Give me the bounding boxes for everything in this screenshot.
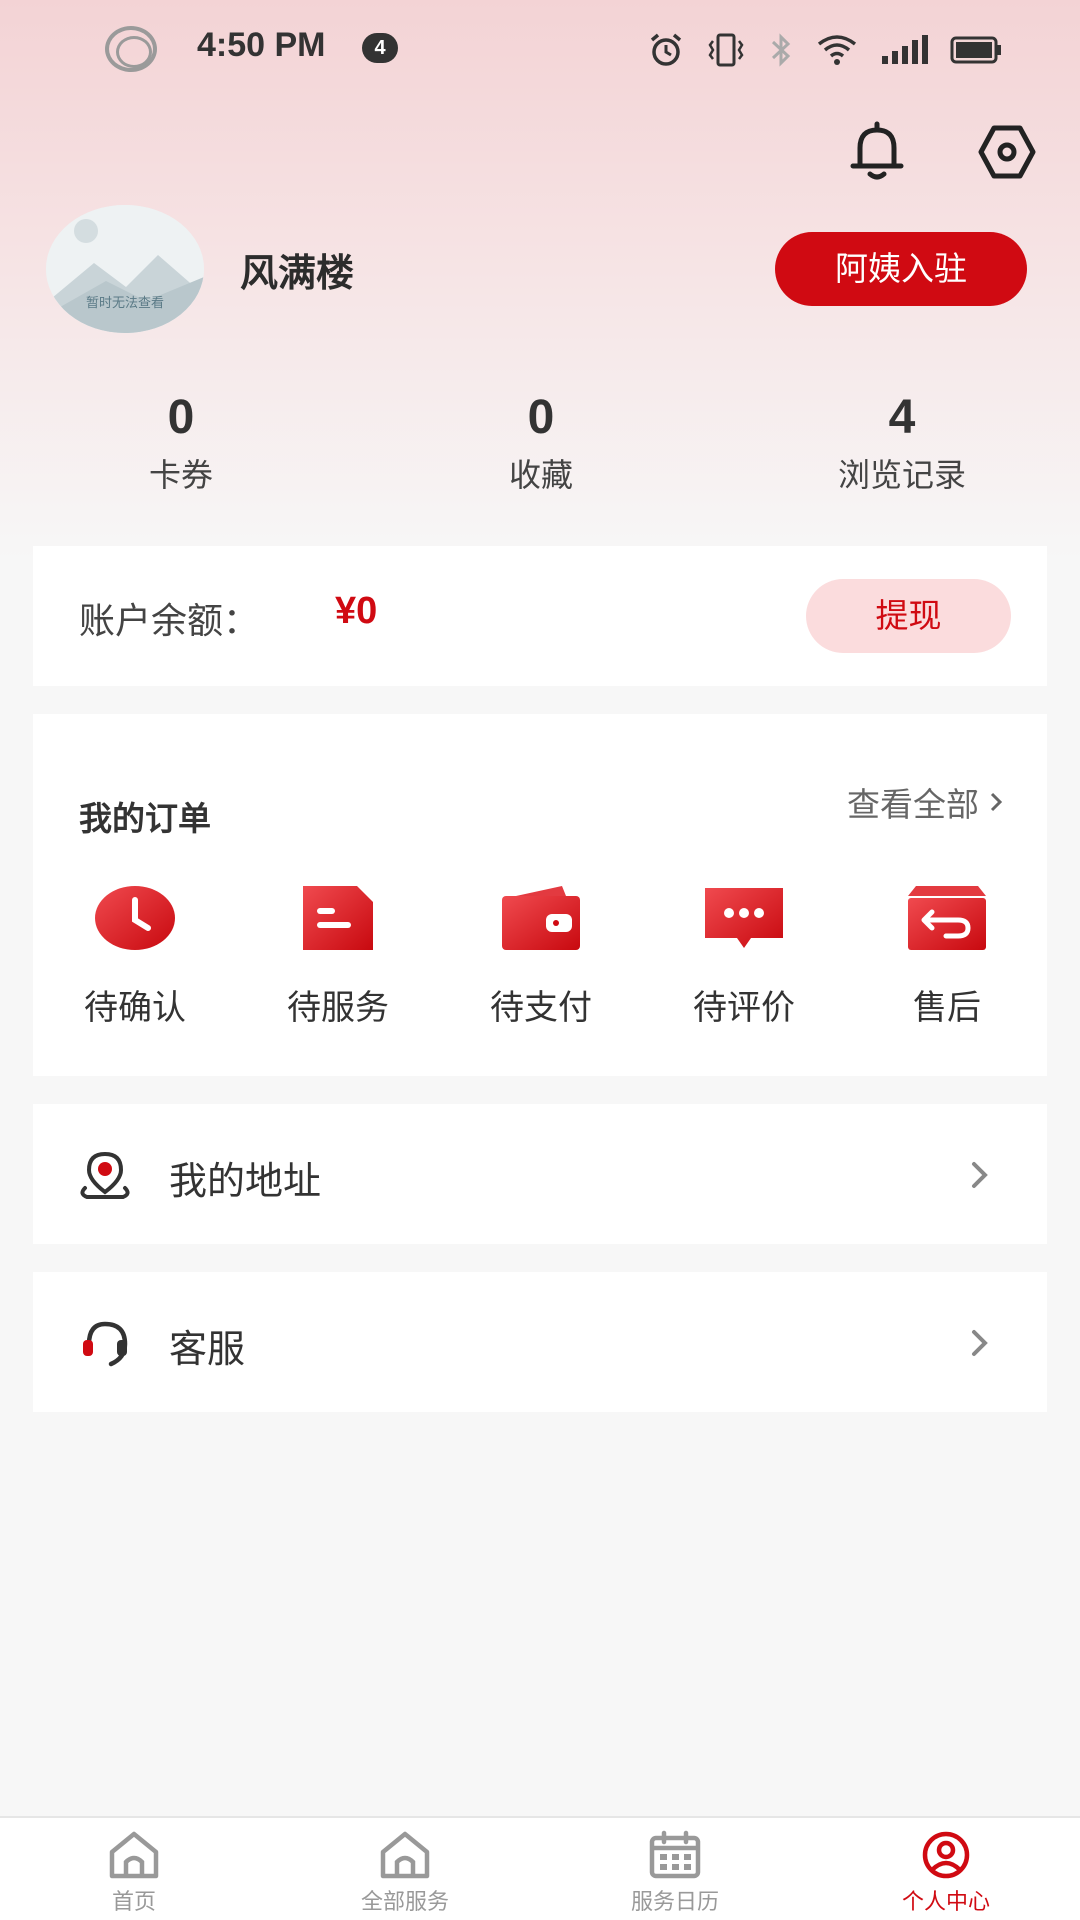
tab-personal-center[interactable]: 个人中心 xyxy=(836,1830,1056,1916)
order-label: 售后 xyxy=(913,988,981,1028)
menu-item-customer-service[interactable]: 客服 xyxy=(33,1272,1047,1412)
status-bar: 4:50 PM 4 xyxy=(0,0,1080,100)
auntie-join-button[interactable]: 阿姨入驻 xyxy=(775,232,1027,306)
calendar-icon xyxy=(649,1830,701,1879)
orders-card: 我的订单 查看全部 待确认 待服务 待支付 待评价 售后 xyxy=(33,714,1047,1076)
order-pending-confirm[interactable]: 待确认 xyxy=(40,882,230,1029)
order-label: 待评价 xyxy=(693,988,795,1028)
headset-icon xyxy=(83,1321,128,1367)
wallet-icon xyxy=(502,886,580,950)
chevron-right-icon xyxy=(972,1162,988,1188)
notification-count-badge: 4 xyxy=(362,33,398,63)
order-pending-payment[interactable]: 待支付 xyxy=(446,882,636,1029)
order-label: 待服务 xyxy=(287,988,389,1028)
vibrate-icon xyxy=(708,33,744,67)
notification-bell-icon[interactable] xyxy=(848,120,906,182)
return-box-icon xyxy=(908,886,986,950)
avatar-placeholder-text: 暂时无法查看 xyxy=(85,296,164,311)
withdraw-button[interactable]: 提现 xyxy=(806,579,1011,653)
battery-icon xyxy=(950,36,1001,64)
stat-label: 收藏 xyxy=(508,456,573,494)
avatar[interactable]: 暂时无法查看 xyxy=(46,205,204,333)
chevron-right-icon xyxy=(990,792,1003,812)
document-icon xyxy=(303,886,373,950)
comment-icon xyxy=(705,888,783,948)
stat-coupons[interactable]: 0 卡券 xyxy=(61,388,301,498)
menu-label: 客服 xyxy=(169,1327,246,1371)
order-after-sales[interactable]: 售后 xyxy=(852,882,1042,1029)
status-ring-icon xyxy=(105,26,157,72)
tab-all-services[interactable]: 全部服务 xyxy=(295,1830,515,1916)
balance-card: 账户余额： ¥0 提现 xyxy=(33,546,1047,686)
stat-value: 0 xyxy=(527,391,555,444)
balance-value: ¥0 xyxy=(335,590,378,632)
menu-label: 我的地址 xyxy=(169,1159,322,1203)
location-pin-icon xyxy=(80,1151,130,1199)
stat-label: 卡券 xyxy=(148,456,213,494)
order-pending-review[interactable]: 待评价 xyxy=(649,882,839,1029)
chevron-right-icon xyxy=(972,1330,988,1356)
stat-browsing-history[interactable]: 4 浏览记录 xyxy=(782,388,1022,498)
stat-value: 4 xyxy=(888,391,916,444)
bottom-tab-bar: 首页 全部服务 服务日历 个人中心 xyxy=(0,1816,1080,1920)
status-time: 4:50 PM xyxy=(197,26,326,64)
order-label: 待支付 xyxy=(490,988,592,1028)
order-pending-service[interactable]: 待服务 xyxy=(243,882,433,1029)
menu-item-address[interactable]: 我的地址 xyxy=(33,1104,1047,1244)
view-all-orders-link[interactable]: 查看全部 xyxy=(847,778,1003,826)
order-label: 待确认 xyxy=(84,988,186,1028)
stat-value: 0 xyxy=(167,391,195,444)
view-all-label: 查看全部 xyxy=(847,785,979,824)
tab-label: 个人中心 xyxy=(901,1890,990,1915)
balance-label: 账户余额： xyxy=(79,601,260,642)
alarm-icon xyxy=(650,33,682,66)
user-circle-icon xyxy=(922,1831,970,1879)
orders-title: 我的订单 xyxy=(79,799,211,838)
tab-service-calendar[interactable]: 服务日历 xyxy=(565,1830,785,1916)
status-icons xyxy=(648,30,1002,70)
stat-favorites[interactable]: 0 收藏 xyxy=(421,388,661,498)
bluetooth-icon xyxy=(771,33,791,67)
settings-icon[interactable] xyxy=(978,124,1036,180)
tab-home[interactable]: 首页 xyxy=(24,1830,244,1916)
tab-label: 服务日历 xyxy=(630,1890,719,1915)
clock-icon xyxy=(95,886,175,950)
tab-label: 首页 xyxy=(111,1890,156,1915)
image-placeholder-icon xyxy=(46,205,204,333)
home-icon xyxy=(109,1831,159,1879)
home-icon xyxy=(380,1831,430,1879)
username: 风满楼 xyxy=(240,251,355,295)
tab-label: 全部服务 xyxy=(360,1890,449,1915)
signal-icon xyxy=(882,35,928,64)
stat-label: 浏览记录 xyxy=(837,456,966,494)
wifi-icon xyxy=(817,35,857,65)
